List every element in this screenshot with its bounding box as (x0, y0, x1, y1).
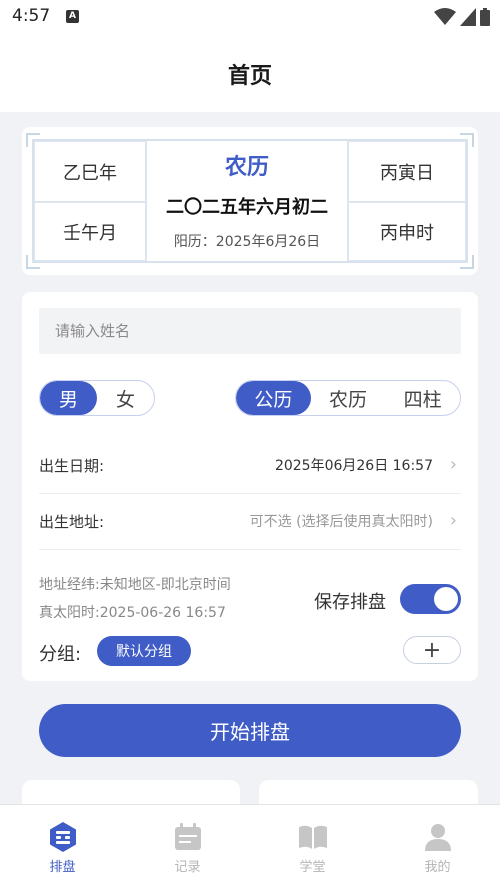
paipan-icon (50, 822, 76, 852)
name-input[interactable] (39, 308, 461, 354)
tab-records[interactable]: 记录 (125, 805, 250, 888)
page-header: 首页 (0, 34, 500, 112)
true-solar-time: 真太阳时:2025-06-26 16:57 (39, 605, 226, 621)
book-icon (299, 825, 327, 849)
tab-label: 我的 (424, 860, 451, 875)
frame-corner-ornament (460, 255, 474, 269)
tab-paipan[interactable]: 排盘 (0, 805, 125, 888)
calendar-type-lunar[interactable]: 农历 (311, 381, 386, 415)
page-title: 首页 (227, 64, 272, 89)
birth-info-form: 男 女 公历 农历 四柱 出生日期: 2025年06月26日 16:57 › 出… (22, 292, 478, 681)
calendar-card: 乙巳年 壬午月 丙寅日 丙申时 农历 二〇二五年六月初二 阳历：2025年6月2… (22, 127, 478, 275)
toggle-knob (434, 587, 458, 611)
status-bar: 4:57 A (0, 0, 500, 34)
save-chart-toggle[interactable] (400, 584, 461, 614)
chevron-right-icon: › (449, 510, 457, 531)
gender-female-option[interactable]: 女 (97, 381, 154, 415)
solar-date: 阳历：2025年6月26日 (173, 234, 321, 250)
birth-date-value: 2025年06月26日 16:57 (274, 458, 433, 474)
bottom-tab-bar: 排盘 记录 学堂 我的 (0, 804, 500, 888)
lunar-date: 二〇二五年六月初二 (166, 197, 328, 218)
battery-icon (480, 8, 490, 26)
status-icons (434, 6, 490, 26)
tab-label: 记录 (174, 860, 201, 875)
group-label: 分组: (39, 644, 82, 665)
calendar-type-solar[interactable]: 公历 (236, 381, 311, 415)
tab-academy[interactable]: 学堂 (250, 805, 375, 888)
notification-icon: A (66, 10, 79, 23)
user-icon (425, 824, 451, 851)
day-ganzhi: 丙寅日 (348, 141, 466, 202)
group-chip[interactable]: 默认分组 (97, 636, 191, 666)
tab-label: 学堂 (299, 860, 326, 875)
save-chart-label: 保存排盘 (314, 592, 386, 613)
lunar-title: 农历 (224, 155, 269, 180)
hour-ganzhi: 丙申时 (348, 202, 466, 261)
signal-icon (460, 8, 476, 26)
start-chart-button[interactable]: 开始排盘 (39, 704, 461, 757)
calendar-type-sizhu[interactable]: 四柱 (385, 381, 460, 415)
birth-place-value: 可不选 (选择后使用真太阳时) (249, 514, 433, 530)
frame-corner-ornament (460, 133, 474, 147)
location-info: 地址经纬:未知地区-即北京时间 (39, 577, 231, 593)
tab-label: 排盘 (49, 860, 76, 875)
gender-selector: 男 女 (39, 380, 155, 416)
calendar-type-selector: 公历 农历 四柱 (235, 380, 461, 416)
calendar-frame: 乙巳年 壬午月 丙寅日 丙申时 农历 二〇二五年六月初二 阳历：2025年6月2… (32, 139, 468, 263)
birth-date-label: 出生日期: (39, 457, 105, 475)
chevron-right-icon: › (449, 454, 457, 475)
tab-profile[interactable]: 我的 (375, 805, 500, 888)
add-group-button[interactable]: + (403, 636, 461, 664)
wifi-icon (434, 8, 456, 25)
frame-corner-ornament (26, 133, 40, 147)
month-ganzhi: 壬午月 (34, 202, 146, 261)
year-ganzhi: 乙巳年 (34, 141, 146, 202)
status-time: 4:57 (12, 6, 51, 26)
gender-male-option[interactable]: 男 (40, 381, 97, 415)
birth-place-row[interactable]: 出生地址: 可不选 (选择后使用真太阳时) › (39, 494, 461, 550)
birth-place-label: 出生地址: (39, 513, 105, 531)
birth-date-row[interactable]: 出生日期: 2025年06月26日 16:57 › (39, 438, 461, 494)
frame-corner-ornament (26, 255, 40, 269)
calendar-icon (175, 823, 201, 850)
